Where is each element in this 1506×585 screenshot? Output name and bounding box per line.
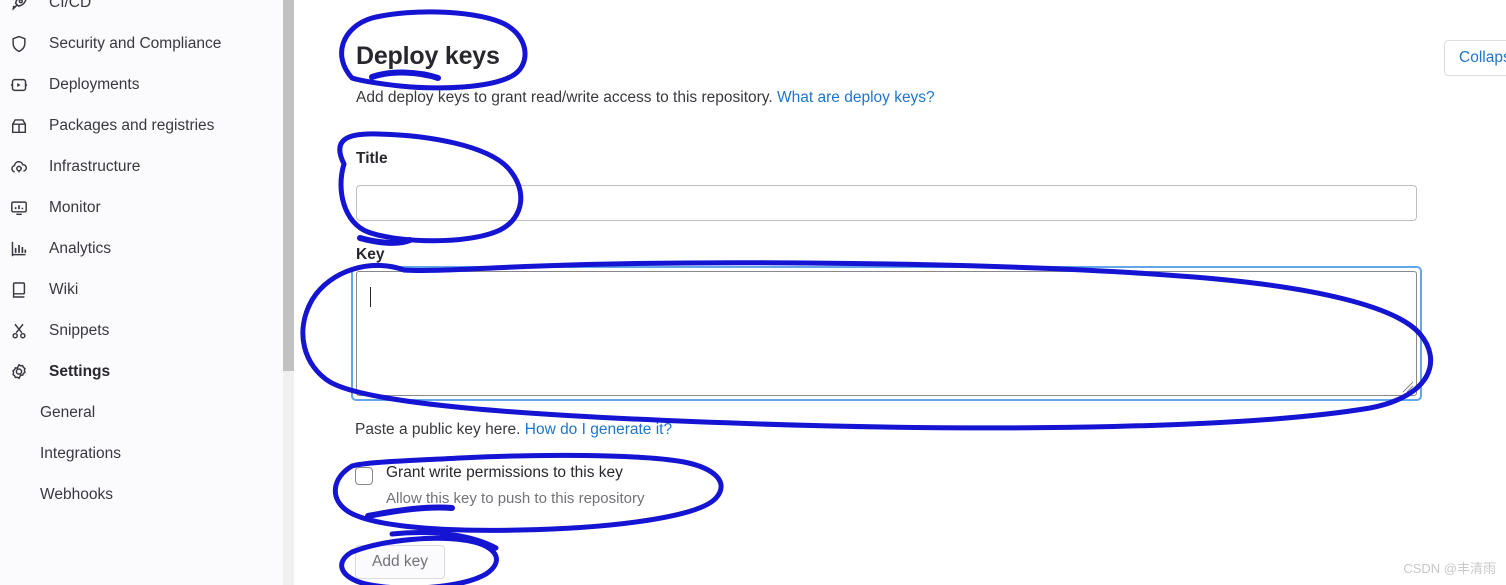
text-caret — [370, 287, 371, 307]
how-do-i-generate-it-link[interactable]: How do I generate it? — [525, 421, 672, 438]
sidebar-item-packages-and-registries[interactable]: Packages and registries — [0, 105, 283, 146]
collapse-button[interactable]: Collapse — [1444, 40, 1506, 76]
sidebar-item-label: Integrations — [40, 444, 121, 462]
main-content: Deploy keys Add deploy keys to grant rea… — [295, 0, 1506, 585]
sidebar-item-label: CI/CD — [49, 0, 92, 11]
key-help-static: Paste a public key here. — [355, 421, 521, 438]
key-textarea-focus-ring — [351, 266, 1422, 401]
sidebar-item-label: Wiki — [49, 280, 79, 298]
sidebar-item-label: Snippets — [49, 321, 110, 339]
sidebar-item-label: Infrastructure — [49, 157, 141, 175]
sidebar-item-label: Packages and registries — [49, 116, 215, 134]
what-are-deploy-keys-link[interactable]: What are deploy keys? — [777, 89, 935, 106]
rocket-icon — [10, 0, 34, 13]
shield-icon — [10, 34, 34, 54]
chart-icon — [10, 239, 34, 259]
title-field-label: Title — [356, 150, 388, 167]
key-help-text: Paste a public key here. How do I genera… — [355, 421, 672, 439]
sidebar-item-label: Monitor — [49, 198, 101, 216]
sidebar-scrollbar[interactable] — [283, 0, 294, 585]
sidebar-item-label: Webhooks — [40, 485, 113, 503]
sidebar-item-monitor[interactable]: Monitor — [0, 187, 283, 228]
page-description: Add deploy keys to grant read/write acce… — [356, 89, 935, 107]
scissors-icon — [10, 321, 34, 341]
sidebar-item-infrastructure[interactable]: Infrastructure — [0, 146, 283, 187]
package-icon — [10, 116, 34, 136]
title-input[interactable] — [356, 185, 1417, 221]
book-icon — [10, 280, 34, 300]
deploy-keys-page: CI/CD Security and Compliance Deployments P… — [0, 0, 1506, 585]
csdn-watermark: CSDN @丰清雨 — [1403, 561, 1496, 576]
sidebar-item-ci-cd[interactable]: CI/CD — [0, 0, 283, 23]
add-key-button[interactable]: Add key — [355, 545, 446, 579]
sidebar-item-settings[interactable]: Settings — [0, 351, 283, 392]
sidebar-scrollbar-thumb[interactable] — [283, 0, 294, 371]
sidebar-item-security-and-compliance[interactable]: Security and Compliance — [0, 23, 283, 64]
sidebar-item-general[interactable]: General — [0, 392, 283, 433]
monitor-icon — [10, 198, 34, 218]
sidebar-item-integrations[interactable]: Integrations — [0, 433, 283, 474]
grant-write-permissions-help: Allow this key to push to this repositor… — [386, 490, 645, 507]
sidebar-item-label: General — [40, 403, 96, 421]
sidebar-nav-list: CI/CD Security and Compliance Deployments P… — [0, 0, 283, 515]
sidebar-item-analytics[interactable]: Analytics — [0, 228, 283, 269]
gear-icon — [10, 362, 34, 382]
project-sidebar: CI/CD Security and Compliance Deployments P… — [0, 0, 283, 585]
grant-write-permissions-label[interactable]: Grant write permissions to this key — [386, 464, 623, 482]
sidebar-item-label: Security and Compliance — [49, 34, 222, 52]
grant-write-permissions-checkbox[interactable] — [355, 467, 373, 485]
page-title: Deploy keys — [356, 42, 500, 70]
key-field-label: Key — [356, 246, 385, 263]
cloud-gear-icon — [10, 157, 34, 177]
sidebar-item-deployments[interactable]: Deployments — [0, 64, 283, 105]
key-textarea[interactable] — [356, 271, 1417, 396]
sidebar-item-wiki[interactable]: Wiki — [0, 269, 283, 310]
sidebar-item-snippets[interactable]: Snippets — [0, 310, 283, 351]
sidebar-item-webhooks[interactable]: Webhooks — [0, 474, 283, 515]
page-description-text: Add deploy keys to grant read/write acce… — [356, 89, 773, 106]
sidebar-item-label: Settings — [49, 362, 111, 380]
sidebar-item-label: Analytics — [49, 239, 112, 257]
sidebar-item-label: Deployments — [49, 75, 140, 93]
deployments-icon — [10, 75, 34, 95]
